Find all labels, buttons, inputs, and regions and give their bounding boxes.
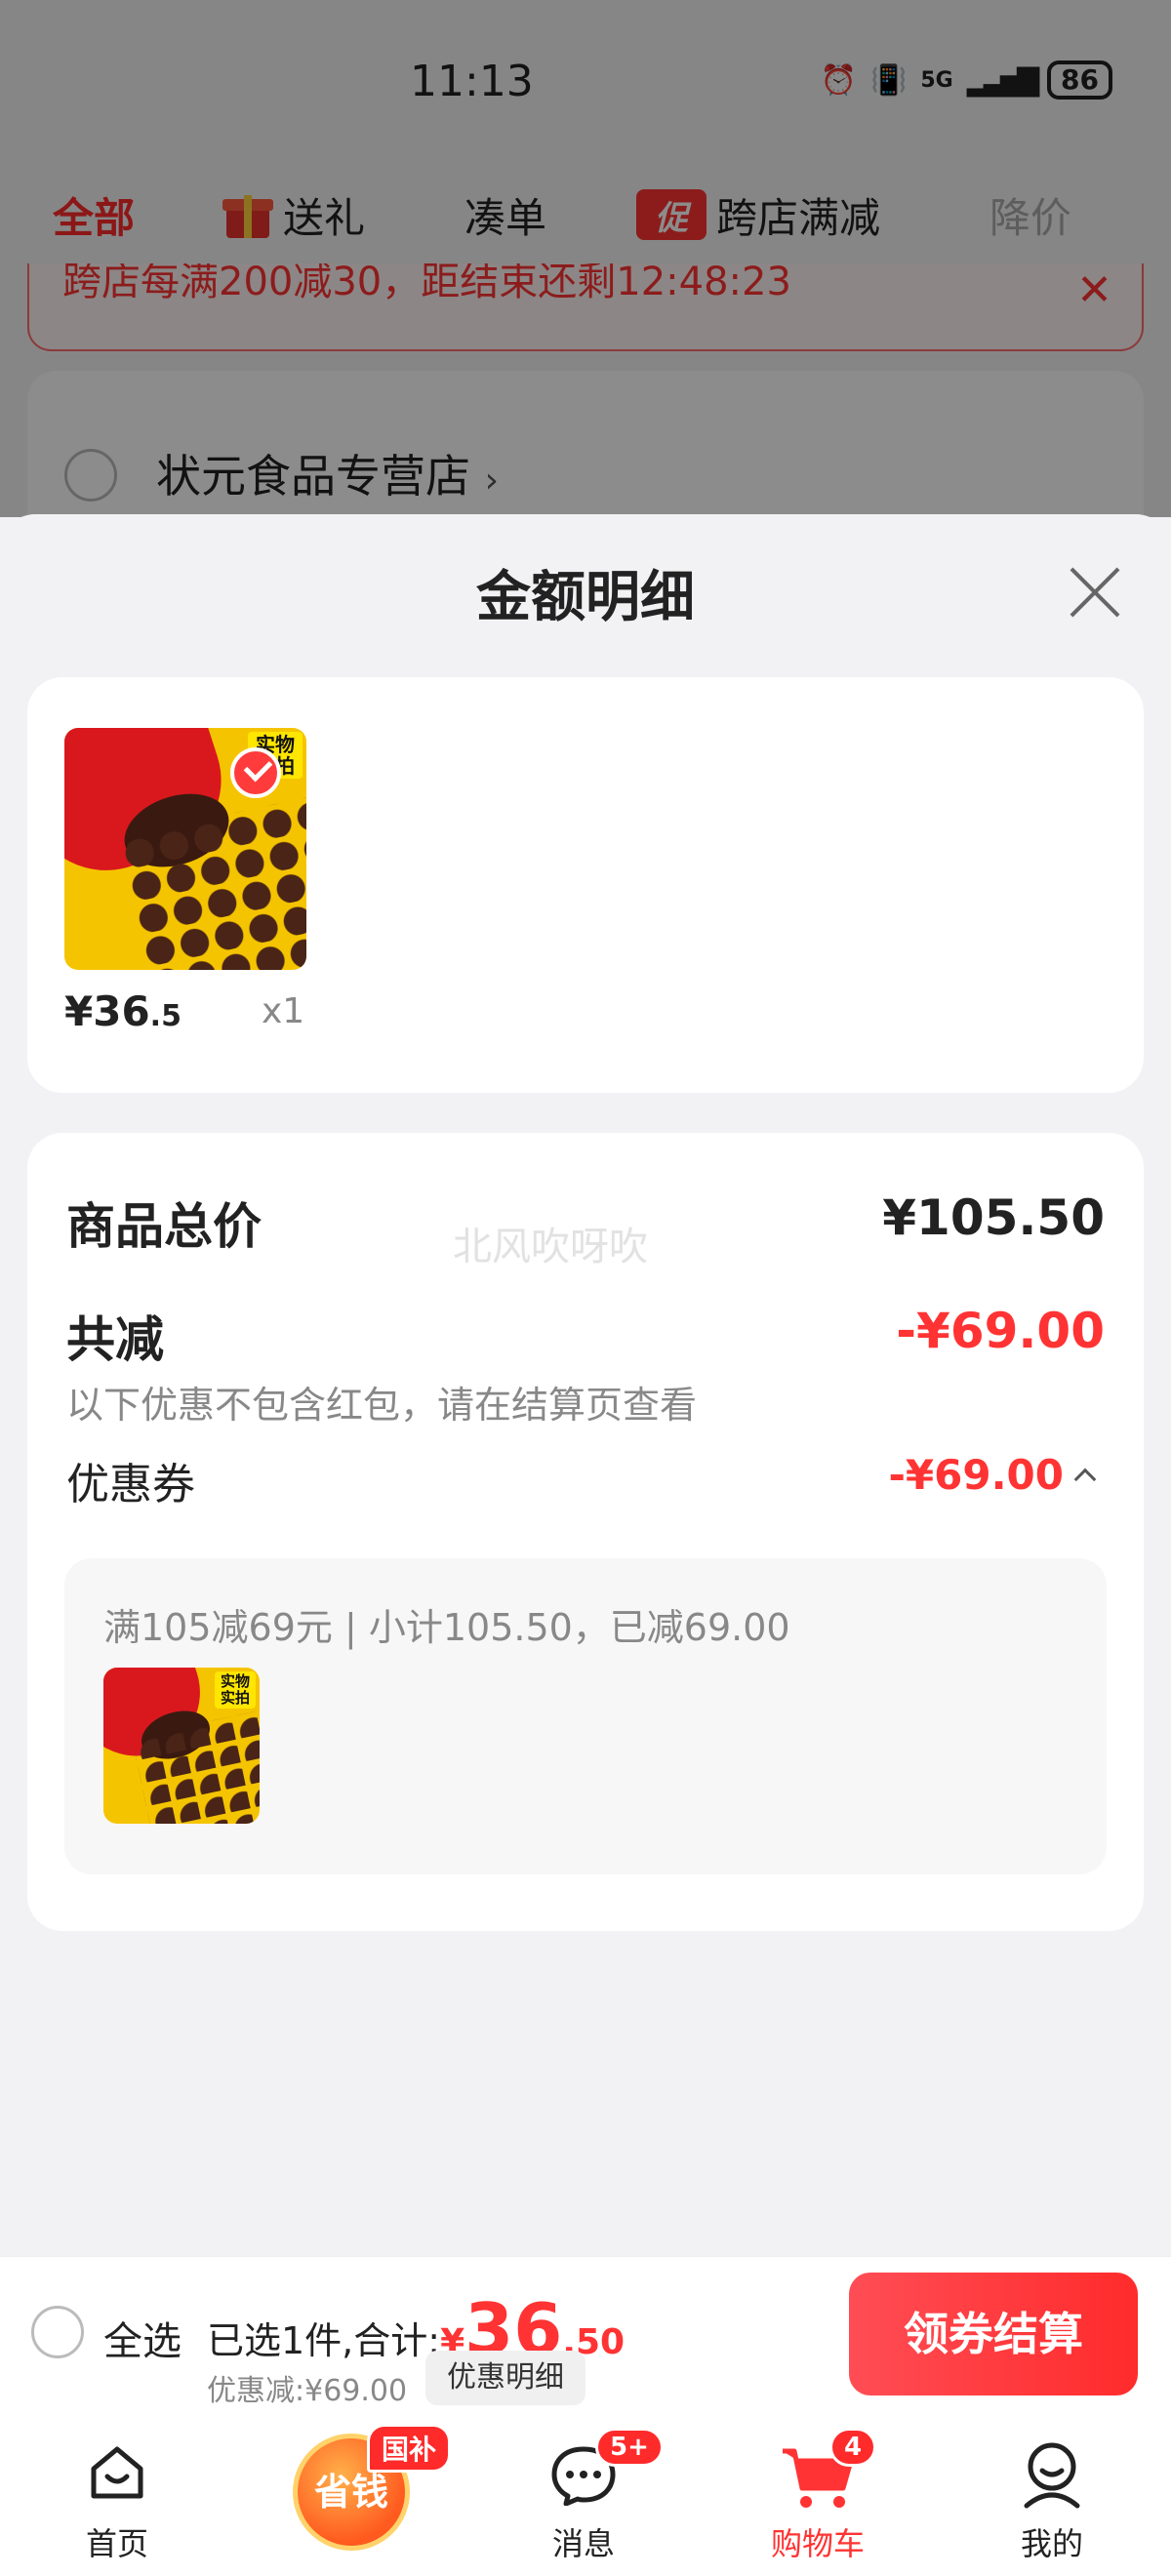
home-icon: [91, 2446, 143, 2499]
total-label: 商品总价: [66, 1198, 262, 1255]
discount-detail-button[interactable]: 优惠明细: [425, 2351, 586, 2405]
close-icon[interactable]: [1066, 563, 1124, 622]
profile-icon: [1024, 2442, 1080, 2509]
coupon-detail-box: 满105减69元 | 小计105.50，已减69.00 实物实拍: [64, 1558, 1107, 1874]
checkmark-icon: [230, 747, 281, 798]
real-photo-stamp: 实物实拍: [215, 1671, 256, 1709]
product-card: 实物实拍 ¥36.5 x1: [27, 677, 1144, 1093]
item-quantity: x1: [262, 991, 305, 1031]
item-price-int: ¥36: [64, 987, 150, 1035]
discount-value: -¥69.00: [896, 1303, 1105, 1359]
checkout-bar: 全选 已选1件,合计: ¥ 36 .50 优惠减:¥69.00 优惠明细 领券结…: [0, 2256, 1171, 2414]
modal-overlay[interactable]: [0, 0, 1171, 517]
messages-badge: 5+: [595, 2428, 664, 2467]
select-all-label[interactable]: 全选: [103, 2310, 182, 2366]
tab-home[interactable]: 首页: [20, 2414, 215, 2576]
sheet-title: 金额明细: [476, 566, 695, 629]
tab-me[interactable]: 我的: [954, 2414, 1150, 2576]
coupon-label: 优惠券: [66, 1460, 195, 1509]
total-value: ¥105.50: [882, 1189, 1105, 1246]
bottom-tab-bar: 首页 省钱 国补 5+ 消息 4 购物车 我的: [0, 2414, 1171, 2576]
tab-home-label: 首页: [85, 2525, 148, 2562]
discount-note: 以下优惠不包含红包，请在结算页查看: [66, 1384, 698, 1427]
chevron-up-icon: [1073, 1468, 1097, 1490]
product-thumbnail[interactable]: 实物实拍: [64, 728, 306, 970]
select-all-radio[interactable]: [31, 2306, 84, 2358]
coupon-product-thumbnail[interactable]: 实物实拍: [103, 1668, 260, 1824]
tab-messages[interactable]: 5+ 消息: [486, 2414, 681, 2576]
checkout-button[interactable]: 领券结算: [849, 2273, 1138, 2395]
total-amount-int: 36: [464, 2288, 563, 2370]
tab-cart-label: 购物车: [770, 2525, 865, 2562]
coupon-description: 满105减69元 | 小计105.50，已减69.00: [103, 1606, 790, 1649]
watermark: 北风吹呀吹: [453, 1225, 648, 1269]
price-summary-card: 北风吹呀吹 商品总价 ¥105.50 共减 -¥69.00 以下优惠不包含红包，…: [27, 1133, 1144, 1931]
cart-badge: 4: [829, 2428, 877, 2467]
tab-cart[interactable]: 4 购物车: [720, 2414, 915, 2576]
coupon-value: -¥69.00: [888, 1451, 1064, 1499]
selected-prefix: 已选1件,合计:: [207, 2319, 441, 2362]
item-price-dec: .5: [149, 999, 182, 1033]
tab-messages-label: 消息: [551, 2525, 615, 2562]
coupon-toggle[interactable]: -¥69.00: [888, 1451, 1097, 1499]
gov-subsidy-badge: 国补: [367, 2424, 452, 2473]
tab-me-label: 我的: [1020, 2525, 1083, 2562]
saved-amount: 优惠减:¥69.00: [207, 2374, 408, 2408]
discount-label: 共减: [66, 1311, 164, 1368]
item-price: ¥36.5: [64, 987, 182, 1035]
amount-detail-sheet: 金额明细 实物实拍 ¥36.5 x1 北风吹呀吹 商品总价 ¥105.50 共减…: [0, 514, 1171, 2256]
